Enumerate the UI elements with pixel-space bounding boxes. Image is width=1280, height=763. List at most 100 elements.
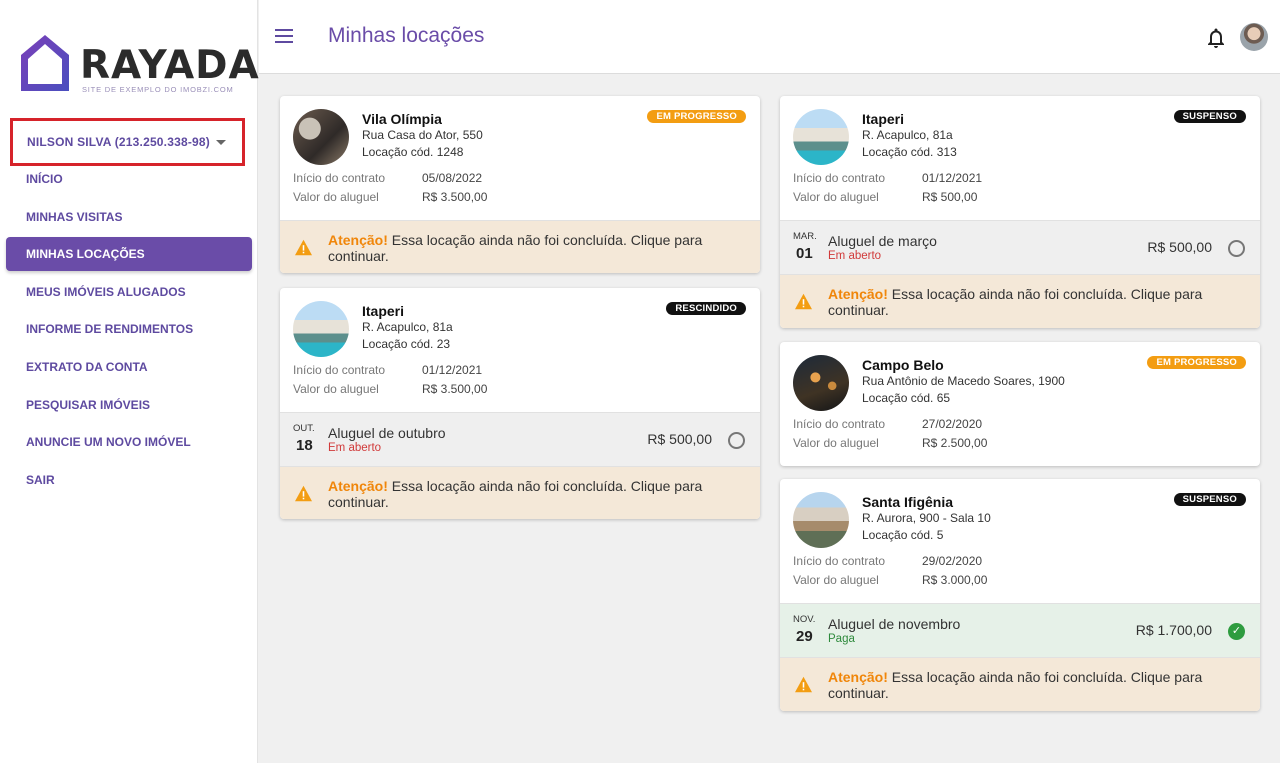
rent-status: Em aberto: [828, 250, 882, 262]
rent-amount: R$ 500,00: [647, 431, 712, 447]
rental-code: Locação cód. 5: [862, 528, 944, 542]
user-account-label: NILSON SILVA (213.250.338-98): [27, 135, 210, 149]
user-account-select[interactable]: NILSON SILVA (213.250.338-98): [10, 118, 245, 166]
property-address: Rua Antônio de Macedo Soares, 1900: [862, 374, 1065, 388]
incomplete-rental-alert[interactable]: Atenção! Essa locação ainda não foi conc…: [280, 466, 760, 519]
rent-amount: R$ 500,00: [1147, 239, 1212, 255]
brand-logo[interactable]: RAYADA SITE DE EXEMPLO DO IMOBZI.COM: [18, 32, 259, 96]
rent-installment-row[interactable]: OUT. 18 Aluguel de outubro Em aberto R$ …: [280, 412, 760, 466]
rent-value: R$ 3.500,00: [422, 382, 488, 396]
rent-value-label: Valor do aluguel: [793, 436, 879, 450]
rent-due-day: 29: [796, 628, 813, 645]
brand-name: RAYADA: [80, 43, 260, 88]
alert-message: Atenção! Essa locação ainda não foi conc…: [328, 478, 728, 510]
rent-value-label: Valor do aluguel: [293, 190, 379, 204]
rental-card[interactable]: Itaperi R. Acapulco, 81a Locação cód. 23…: [280, 288, 760, 519]
contract-start-label: Início do contrato: [793, 417, 886, 431]
contract-start-value: 01/12/2021: [422, 363, 483, 377]
sidebar-item-label: INÍCIO: [26, 172, 63, 186]
paid-check-icon[interactable]: ✓: [1228, 623, 1245, 640]
sidebar-item-label: MINHAS LOCAÇÕES: [26, 247, 145, 262]
rent-value-label: Valor do aluguel: [293, 382, 379, 396]
sidebar-item-minhas-visitas[interactable]: MINHAS VISITAS: [6, 200, 252, 234]
contract-start-value: 01/12/2021: [922, 171, 983, 185]
alert-strong: Atenção!: [328, 478, 388, 494]
contract-start-value: 27/02/2020: [922, 417, 983, 431]
rental-card[interactable]: Santa Ifigênia R. Aurora, 900 - Sala 10 …: [780, 479, 1260, 711]
warning-icon: [795, 676, 812, 693]
alert-strong: Atenção!: [828, 286, 888, 302]
house-logo-icon: [21, 35, 69, 91]
sidebar-item-label: MINHAS VISITAS: [26, 209, 123, 224]
sidebar-item-label: PESQUISAR IMÓVEIS: [26, 397, 151, 412]
rental-card[interactable]: Itaperi R. Acapulco, 81a Locação cód. 31…: [780, 96, 1260, 328]
incomplete-rental-alert[interactable]: Atenção! Essa locação ainda não foi conc…: [780, 274, 1260, 328]
sidebar-item-inicio[interactable]: INÍCIO: [6, 162, 252, 196]
rental-code: Locação cód. 23: [362, 337, 451, 351]
contract-start-label: Início do contrato: [793, 171, 886, 185]
incomplete-rental-alert[interactable]: Atenção! Essa locação ainda não foi conc…: [280, 220, 760, 273]
hamburger-icon[interactable]: [275, 29, 293, 43]
sidebar-item-anuncie-um-novo-imovel[interactable]: ANUNCIE UM NOVO IMÓVEL: [6, 425, 252, 459]
alert-message: Atenção! Essa locação ainda não foi conc…: [328, 232, 728, 264]
bell-icon[interactable]: [1204, 26, 1228, 50]
sidebar-item-meus-imoveis-alugados[interactable]: MEUS IMÓVEIS ALUGADOS: [6, 275, 252, 309]
sidebar-item-minhas-locacoes[interactable]: MINHAS LOCAÇÕES: [6, 237, 252, 272]
rent-due-month: NOV.: [793, 614, 816, 625]
sidebar-item-pesquisar-imoveis[interactable]: PESQUISAR IMÓVEIS: [6, 388, 252, 422]
property-photo: [793, 355, 849, 411]
status-badge: RESCINDIDO: [666, 302, 746, 315]
rent-installment-row[interactable]: MAR. 01 Aluguel de março Em aberto R$ 50…: [780, 220, 1260, 274]
property-address: R. Acapulco, 81a: [362, 320, 453, 334]
sidebar-item-label: SAIR: [26, 472, 55, 487]
rent-title: Aluguel de março: [828, 233, 937, 249]
sidebar: RAYADA SITE DE EXEMPLO DO IMOBZI.COM NIL…: [0, 0, 259, 763]
property-title: Campo Belo: [862, 357, 944, 373]
rent-value: R$ 2.500,00: [922, 436, 988, 450]
rent-due-day: 01: [796, 245, 813, 262]
warning-icon: [795, 293, 812, 310]
top-header: Minhas locações: [259, 0, 1280, 74]
property-title: Vila Olímpia: [362, 111, 442, 127]
alert-message: Atenção! Essa locação ainda não foi conc…: [828, 669, 1228, 701]
sidebar-item-informe-de-rendimentos[interactable]: INFORME DE RENDIMENTOS: [6, 312, 252, 346]
sidebar-item-extrato-da-conta[interactable]: EXTRATO DA CONTA: [6, 350, 252, 384]
unpaid-circle-icon[interactable]: [728, 432, 745, 449]
rental-code: Locação cód. 1248: [362, 145, 464, 159]
chevron-down-icon: [216, 139, 226, 145]
rent-title: Aluguel de outubro: [328, 425, 446, 441]
rental-card[interactable]: Vila Olímpia Rua Casa do Ator, 550 Locaç…: [280, 96, 760, 273]
property-address: R. Acapulco, 81a: [862, 128, 953, 142]
property-photo: [293, 301, 349, 357]
rent-value-label: Valor do aluguel: [793, 190, 879, 204]
avatar[interactable]: [1240, 23, 1268, 51]
sidebar-item-label: EXTRATO DA CONTA: [26, 359, 148, 374]
contract-start-label: Início do contrato: [793, 554, 886, 568]
rental-code: Locação cód. 313: [862, 145, 957, 159]
rent-status: Em aberto: [328, 442, 382, 454]
rental-card[interactable]: Campo Belo Rua Antônio de Macedo Soares,…: [780, 342, 1260, 466]
property-title: Itaperi: [362, 303, 405, 319]
rent-value-label: Valor do aluguel: [793, 573, 879, 587]
rent-value: R$ 3.500,00: [422, 190, 488, 204]
rent-due-month: MAR.: [793, 231, 817, 242]
contract-start-value: 29/02/2020: [922, 554, 983, 568]
property-photo: [293, 109, 349, 165]
property-address: Rua Casa do Ator, 550: [362, 128, 483, 142]
contract-start-label: Início do contrato: [293, 171, 386, 185]
sidebar-item-sair[interactable]: SAIR: [6, 463, 252, 497]
rent-value: R$ 500,00: [922, 190, 978, 204]
sidebar-item-label: INFORME DE RENDIMENTOS: [26, 322, 194, 337]
rent-installment-row[interactable]: NOV. 29 Aluguel de novembro Paga R$ 1.70…: [780, 603, 1260, 657]
status-badge: EM PROGRESSO: [1147, 356, 1246, 369]
alert-message: Atenção! Essa locação ainda não foi conc…: [828, 286, 1228, 318]
unpaid-circle-icon[interactable]: [1228, 240, 1245, 257]
rent-due-day: 18: [296, 437, 313, 454]
warning-icon: [295, 485, 312, 502]
sidebar-item-label: ANUNCIE UM NOVO IMÓVEL: [26, 435, 191, 450]
status-badge: EM PROGRESSO: [647, 110, 746, 123]
incomplete-rental-alert[interactable]: Atenção! Essa locação ainda não foi conc…: [780, 657, 1260, 711]
property-title: Itaperi: [862, 111, 905, 127]
property-address: R. Aurora, 900 - Sala 10: [862, 511, 991, 525]
status-badge: SUSPENSO: [1173, 110, 1246, 123]
